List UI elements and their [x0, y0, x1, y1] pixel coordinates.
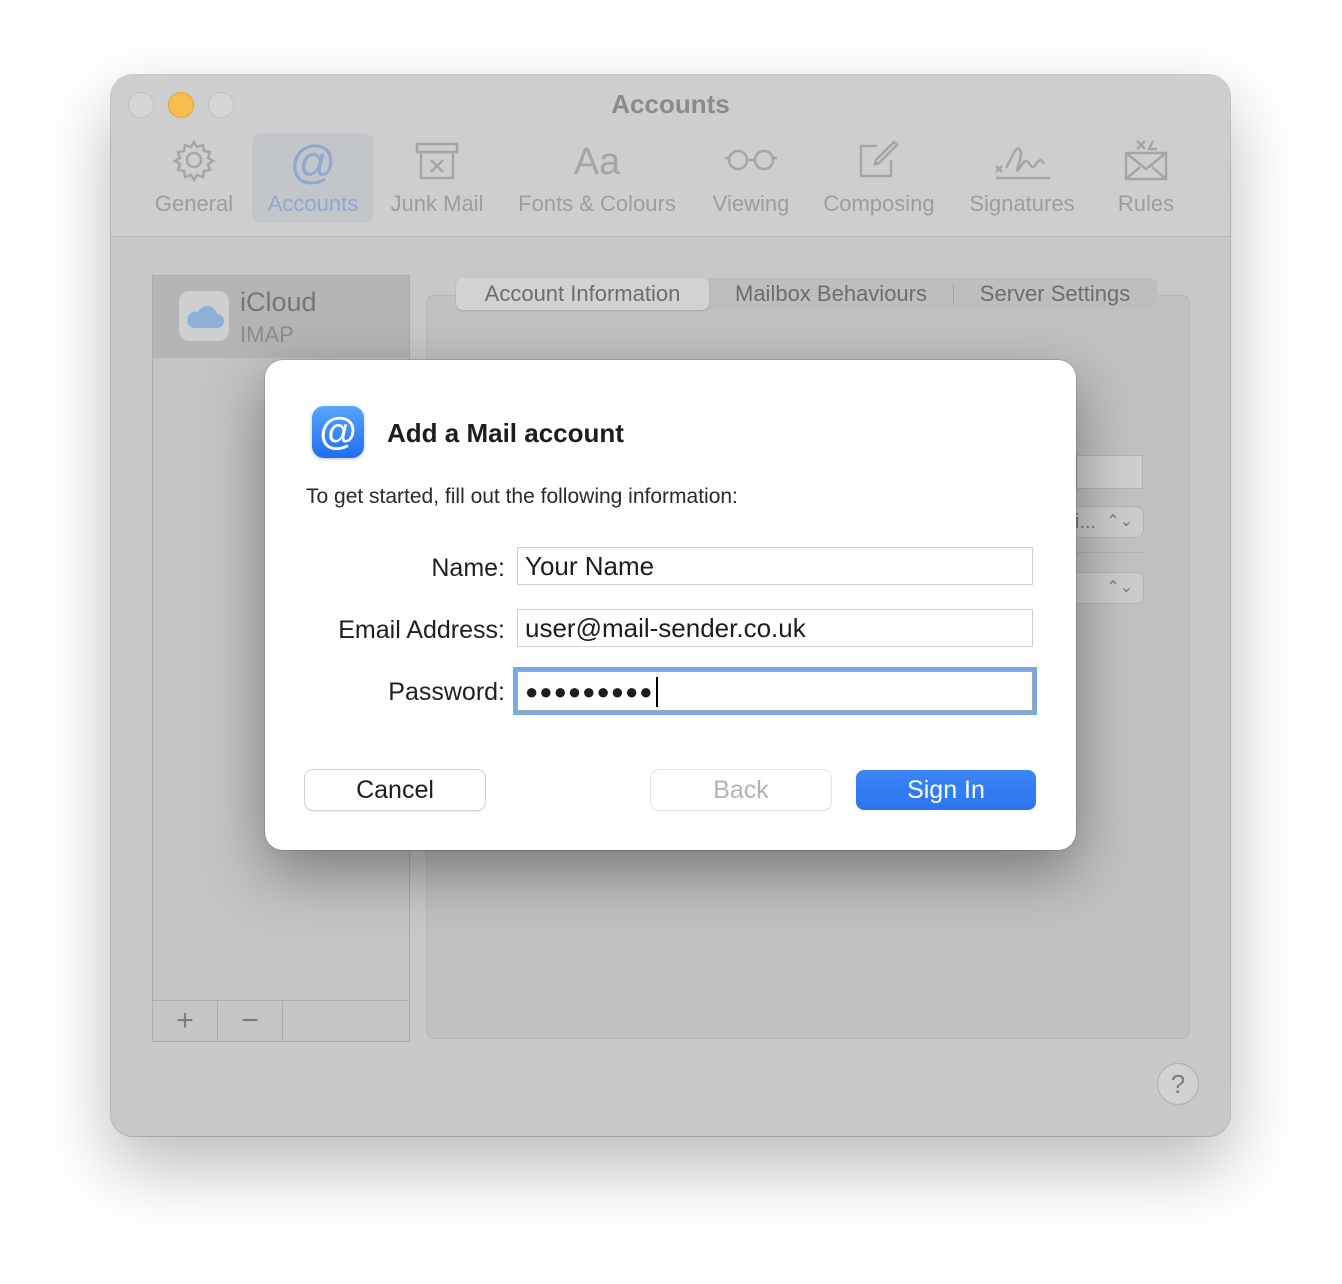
name-field[interactable]: Your Name	[517, 547, 1033, 585]
signature-icon	[992, 138, 1052, 187]
background-popup-1[interactable]: i... ⌃⌄	[1067, 507, 1143, 537]
toolbar-item-junk-mail[interactable]: Junk Mail	[381, 133, 493, 223]
text-caret	[655, 677, 658, 708]
tab-account-information[interactable]: Account Information	[456, 278, 709, 310]
account-row-icloud[interactable]: iCloud IMAP	[153, 276, 409, 358]
cloud-icon	[179, 291, 229, 341]
dialog-title: Add a Mail account	[387, 418, 624, 448]
account-type: IMAP	[240, 322, 294, 347]
gear-icon	[172, 138, 216, 187]
at-icon: @	[289, 136, 337, 188]
background-text-field[interactable]	[1076, 455, 1143, 489]
account-list-controls: + −	[153, 1000, 409, 1041]
glasses-icon	[723, 145, 779, 180]
dialog-subtitle: To get started, fill out the following i…	[306, 485, 738, 508]
sign-in-button[interactable]: Sign In	[856, 770, 1036, 810]
password-field[interactable]: ●●●●●●●●●	[517, 671, 1033, 711]
name-label: Name:	[431, 554, 505, 582]
back-button[interactable]: Back	[651, 770, 831, 810]
password-label: Password:	[388, 678, 505, 706]
remove-account-button[interactable]: −	[218, 1001, 283, 1041]
toolbar-item-signatures[interactable]: Signatures	[961, 133, 1083, 223]
fonts-icon: Aa	[573, 140, 621, 183]
toolbar-item-fonts-colours[interactable]: Aa Fonts & Colours	[512, 133, 682, 223]
tab-mailbox-behaviours[interactable]: Mailbox Behaviours	[709, 278, 953, 310]
toolbar-item-viewing[interactable]: Viewing	[705, 133, 797, 223]
toolbar-item-rules[interactable]: Rules	[1105, 133, 1187, 223]
add-mail-account-dialog: @ Add a Mail account To get started, fil…	[265, 360, 1076, 850]
email-field[interactable]: user@mail-sender.co.uk	[517, 609, 1033, 647]
cancel-button[interactable]: Cancel	[305, 770, 485, 810]
chevron-updown-icon: ⌃⌄	[1106, 513, 1133, 530]
junk-mail-icon	[414, 140, 460, 185]
toolbar-item-general[interactable]: General	[147, 133, 241, 223]
add-account-button[interactable]: +	[153, 1001, 218, 1041]
chevron-updown-icon: ⌃⌄	[1106, 579, 1133, 596]
background-popup-2[interactable]: ⌃⌄	[1067, 573, 1143, 603]
toolbar: Accounts General @ Accounts Junk Mail Aa…	[111, 75, 1230, 237]
mail-at-icon: @	[312, 406, 364, 458]
account-tabs: Account Information Mailbox Behaviours S…	[456, 278, 1158, 310]
help-button[interactable]: ?	[1157, 1063, 1199, 1105]
rules-icon	[1123, 137, 1169, 188]
toolbar-item-accounts[interactable]: @ Accounts	[252, 133, 374, 223]
compose-icon	[857, 138, 901, 187]
toolbar-item-composing[interactable]: Composing	[817, 133, 941, 223]
background-separator	[1076, 552, 1144, 553]
account-name: iCloud	[240, 287, 317, 317]
window-title: Accounts	[611, 89, 730, 119]
tab-server-settings[interactable]: Server Settings	[954, 278, 1156, 310]
email-label: Email Address:	[338, 616, 505, 644]
